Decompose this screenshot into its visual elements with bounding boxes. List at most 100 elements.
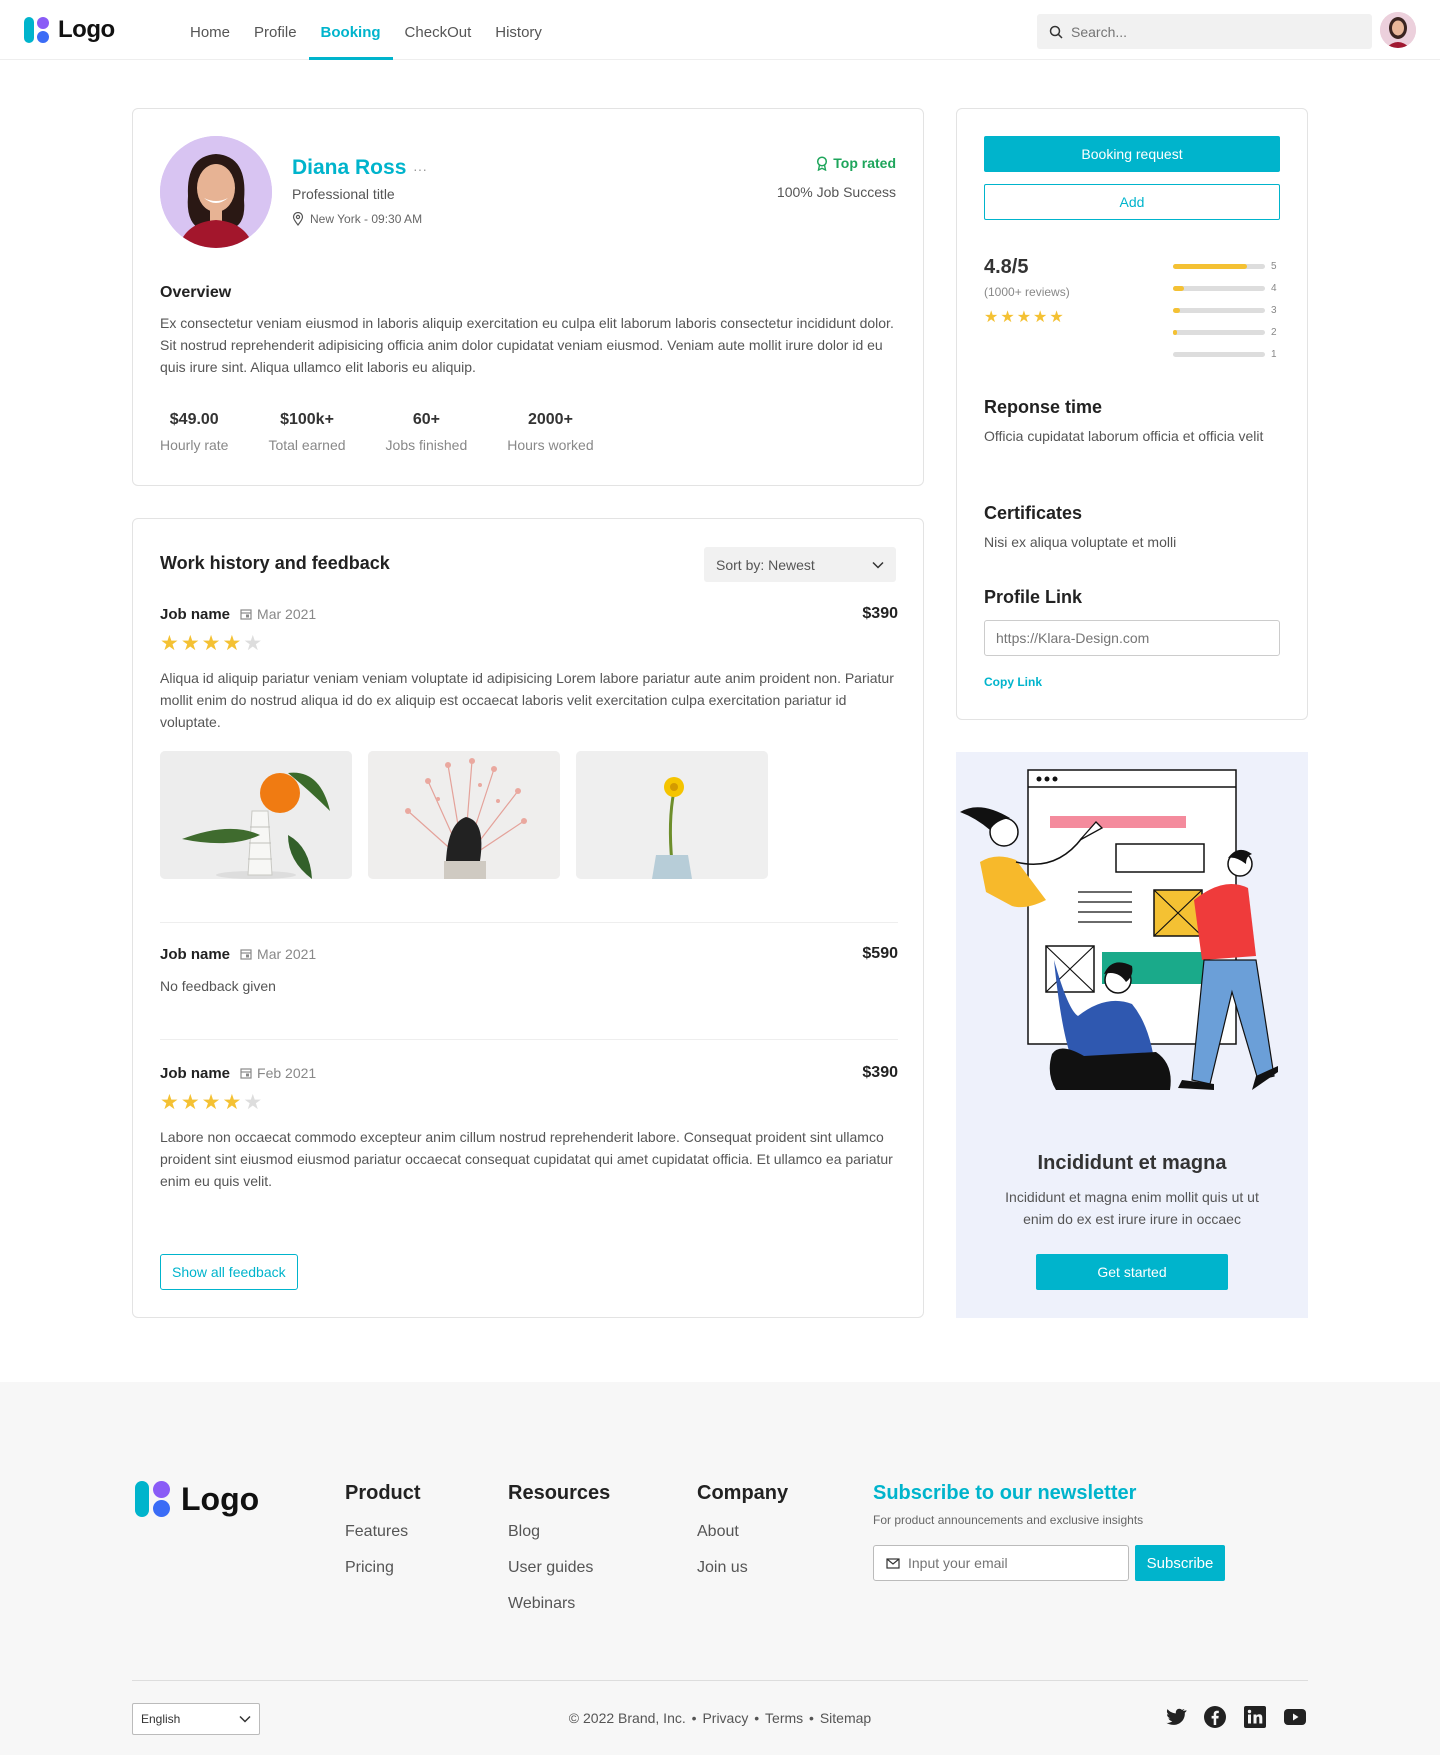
job-entry: Job name Feb 2021 $390 ★ ★ ★ ★ ★ Labore non … [160, 1064, 898, 1192]
copyright-text: © 2022 Brand, Inc. [568, 1710, 686, 1726]
email-field[interactable] [873, 1545, 1129, 1581]
response-time-heading: Reponse time [984, 397, 1103, 417]
job-entry: Job name Mar 2021 $590 No feedback given [160, 945, 898, 997]
star-icon: ★ [160, 1091, 179, 1114]
star-icon: ★ [243, 1091, 263, 1114]
response-time-text: Officia cupidatat laborum officia et off… [984, 428, 1264, 444]
profile-avatar [160, 136, 272, 248]
team-illustration [960, 769, 1278, 1090]
linkedin-icon[interactable] [1243, 1705, 1267, 1729]
footer-link-blog[interactable]: Blog [508, 1523, 610, 1541]
stat-hourly-rate: $49.00 Hourly rate [160, 411, 228, 453]
gallery-image-dried-flowers[interactable] [368, 751, 560, 879]
job-price: $390 [862, 1064, 898, 1081]
facebook-icon[interactable] [1203, 1705, 1227, 1729]
profile-name: Diana Ross [292, 156, 407, 179]
promo-title: Incididunt et magna [1037, 1152, 1227, 1174]
star-icon: ★ [1033, 309, 1048, 326]
review-count: (1000+ reviews) [984, 285, 1070, 299]
job-entry: Job name Mar 2021 $390 ★ ★ ★ ★ ★ Aliqua id a… [160, 605, 898, 879]
nav-booking[interactable]: Booking [308, 0, 393, 60]
copy-link-button[interactable]: Copy Link [984, 675, 1042, 689]
top-nav: Logo Home Profile Booking CheckOut Histo… [0, 0, 1440, 60]
gallery-image-orange[interactable] [160, 751, 352, 879]
subscribe-button[interactable]: Subscribe [1135, 1545, 1225, 1581]
nav-history[interactable]: History [483, 0, 554, 60]
rating-summary: 4.8/5 (1000+ reviews) ★ ★ ★ ★ ★ [984, 256, 1070, 327]
footer-heading: Resources [508, 1482, 611, 1504]
stat-label: Hours worked [507, 437, 594, 453]
nav-checkout[interactable]: CheckOut [393, 0, 484, 60]
stat-value: $49.00 [169, 411, 219, 428]
promo-card: Incididunt et magna Incididunt et magna … [956, 752, 1308, 1318]
sort-dropdown[interactable]: Sort by: Newest [704, 547, 896, 582]
star-icon: ★ [1016, 309, 1032, 326]
rating-bar-row: 1 [1173, 343, 1279, 365]
sort-label: Sort by: Newest [716, 556, 815, 573]
rating-bar-star: 3 [1271, 304, 1277, 316]
user-avatar[interactable] [1380, 12, 1416, 48]
rating-distribution: 5 4 3 2 1 [1173, 255, 1279, 365]
footer-link-user-guides[interactable]: User guides [508, 1559, 610, 1577]
youtube-icon[interactable] [1283, 1705, 1307, 1729]
rating-bar-star: 1 [1271, 348, 1277, 360]
booking-request-button[interactable]: Booking request [984, 136, 1280, 172]
job-name[interactable]: Job name [160, 946, 230, 963]
footer-link-terms[interactable]: Terms [765, 1710, 803, 1726]
footer-product-column: Product Features Pricing [345, 1482, 421, 1577]
job-feedback: Labore non occaecat commodo excepteur an… [160, 1129, 893, 1189]
newsletter: Subscribe to our newsletter For product … [873, 1482, 1143, 1527]
profile-link-heading: Profile Link [984, 587, 1083, 607]
rating-bar-row: 2 [1173, 321, 1279, 343]
stat-value: 2000+ [527, 411, 573, 428]
footer-logo[interactable]: Logo [135, 1480, 259, 1518]
star-icon: ★ [222, 632, 242, 655]
star-icon: ★ [1049, 309, 1064, 326]
job-rating: ★ ★ ★ ★ ★ [160, 1092, 898, 1114]
get-started-button[interactable]: Get started [1036, 1254, 1228, 1290]
job-date: Mar 2021 [240, 606, 316, 622]
location-pin-icon [292, 212, 304, 226]
footer-link-join-us[interactable]: Join us [697, 1559, 788, 1577]
rating-bar-star: 2 [1271, 326, 1277, 338]
profile-link-field[interactable] [984, 620, 1280, 656]
logo[interactable]: Logo [24, 16, 115, 44]
add-button[interactable]: Add [984, 184, 1280, 220]
footer-divider [132, 1680, 1308, 1681]
logo-text: Logo [58, 16, 115, 43]
certificates-heading: Certificates [984, 503, 1083, 523]
profile-card: Diana Ross ··· Professional title New Yo… [132, 108, 924, 486]
footer-link-webinars[interactable]: Webinars [508, 1595, 610, 1613]
job-name[interactable]: Job name [160, 1065, 230, 1082]
search-input[interactable] [1071, 23, 1351, 40]
award-icon [817, 155, 828, 171]
nav-profile[interactable]: Profile [242, 0, 309, 60]
footer-link-pricing[interactable]: Pricing [345, 1559, 421, 1577]
stat-label: Total earned [268, 437, 346, 453]
job-name[interactable]: Job name [160, 606, 230, 623]
footer-link-privacy[interactable]: Privacy [702, 1710, 748, 1726]
stat-total-earned: $100k+ Total earned [268, 411, 345, 453]
calendar-icon [240, 949, 252, 960]
more-options-icon[interactable]: ··· [413, 161, 427, 177]
footer-logo-text: Logo [181, 1480, 260, 1517]
search-box[interactable] [1037, 14, 1372, 49]
footer-heading: Company [697, 1482, 789, 1504]
job-feedback: Aliqua id aliquip pariatur veniam veniam… [160, 670, 894, 730]
nav-links: Home Profile Booking CheckOut History [178, 0, 554, 60]
twitter-icon[interactable] [1163, 1705, 1187, 1729]
nav-home[interactable]: Home [178, 0, 242, 60]
newsletter-heading: Subscribe to our newsletter [873, 1482, 1137, 1504]
rating-stars: ★ ★ ★ ★ ★ [984, 309, 1070, 327]
footer-link-about[interactable]: About [697, 1523, 788, 1541]
show-all-feedback-button[interactable]: Show all feedback [160, 1254, 298, 1290]
profile-location: New York - 09:30 AM [292, 212, 422, 226]
work-history-heading: Work history and feedback [160, 553, 390, 573]
footer-link-features[interactable]: Features [345, 1523, 421, 1541]
footer-link-sitemap[interactable]: Sitemap [820, 1710, 871, 1726]
profile-stats: $49.00 Hourly rate $100k+ Total earned 60+… [160, 411, 594, 453]
stat-value: $100k+ [280, 411, 334, 428]
gallery-image-yellow-flower[interactable] [576, 751, 768, 879]
email-input[interactable] [908, 1555, 1108, 1571]
job-date-text: Mar 2021 [257, 946, 317, 962]
